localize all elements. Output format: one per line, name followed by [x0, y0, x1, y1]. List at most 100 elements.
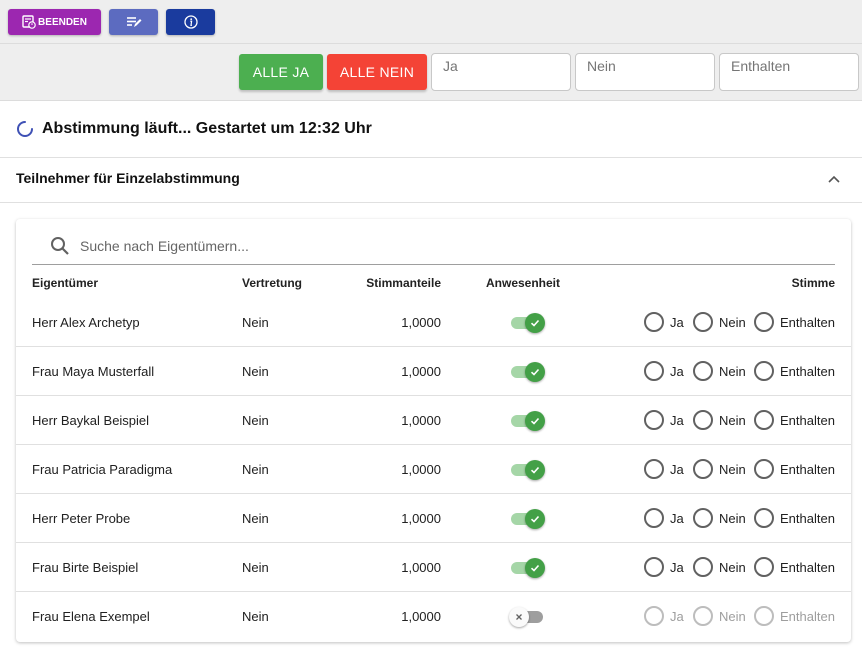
- table-row: Frau Maya Musterfall Nein 1,0000 Ja Nein Enth…: [16, 347, 851, 396]
- vote-radio-no[interactable]: Nein: [693, 508, 746, 528]
- vote-radio-abstain[interactable]: Enthalten: [754, 410, 835, 430]
- presence-toggle[interactable]: [511, 313, 545, 333]
- vote-radio-yes[interactable]: Ja: [644, 459, 684, 479]
- vote-radio-yes[interactable]: Ja: [644, 508, 684, 528]
- no-count-field[interactable]: Nein: [575, 53, 715, 91]
- presence-toggle[interactable]: [509, 607, 545, 627]
- representation-value: Nein: [242, 560, 269, 575]
- radio-label: Nein: [719, 510, 746, 526]
- vote-radio-abstain[interactable]: Enthalten: [754, 557, 835, 577]
- toggle-knob: [525, 509, 545, 529]
- radio-circle: [693, 508, 713, 528]
- participants-card: Suche nach Eigentümern... Eigentümer Ver…: [16, 219, 851, 642]
- radio-circle: [644, 312, 664, 332]
- vote-radio-abstain[interactable]: Enthalten: [754, 508, 835, 528]
- radio-label: Enthalten: [780, 559, 835, 575]
- abstain-count-placeholder: Enthalten: [731, 58, 791, 74]
- search-input[interactable]: Suche nach Eigentümern...: [32, 227, 835, 265]
- presence-toggle[interactable]: [511, 509, 545, 529]
- all-no-button[interactable]: ALLE NEIN: [327, 54, 427, 90]
- radio-label: Enthalten: [780, 608, 835, 624]
- vote-radio-abstain[interactable]: Enthalten: [754, 606, 835, 626]
- vote-radio-yes[interactable]: Ja: [644, 361, 684, 381]
- loading-spinner-icon: [17, 121, 33, 137]
- radio-label: Ja: [670, 510, 684, 526]
- check-icon: [530, 564, 540, 572]
- toggle-knob: [525, 558, 545, 578]
- check-icon: [530, 466, 540, 474]
- toggle-knob: [525, 411, 545, 431]
- vote-radio-abstain[interactable]: Enthalten: [754, 312, 835, 332]
- chevron-up-icon[interactable]: [826, 173, 842, 185]
- voting-status: Abstimmung läuft... Gestartet um 12:32 U…: [16, 118, 372, 140]
- radio-label: Ja: [670, 314, 684, 330]
- presence-toggle[interactable]: [511, 460, 545, 480]
- edit-list-button[interactable]: [109, 9, 158, 35]
- vote-radio-no[interactable]: Nein: [693, 361, 746, 381]
- radio-label: Ja: [670, 608, 684, 624]
- representation-value: Nein: [242, 413, 269, 428]
- radio-label: Ja: [670, 559, 684, 575]
- radio-label: Nein: [719, 314, 746, 330]
- yes-count-field[interactable]: Ja: [431, 53, 571, 91]
- table-row: Frau Patricia Paradigma Nein 1,0000 Ja Nein E…: [16, 445, 851, 494]
- edit-list-icon: [126, 17, 141, 27]
- radio-circle: [754, 606, 774, 626]
- representation-value: Nein: [242, 511, 269, 526]
- radio-circle: [754, 361, 774, 381]
- toggle-knob: [525, 460, 545, 480]
- table-row: Frau Birte Beispiel Nein 1,0000 Ja Nein Entha…: [16, 543, 851, 592]
- owner-name: Herr Baykal Beispiel: [32, 413, 150, 428]
- owner-name: Frau Birte Beispiel: [32, 560, 139, 575]
- check-icon: [530, 368, 540, 376]
- presence-toggle[interactable]: [511, 411, 545, 431]
- representation-value: Nein: [242, 462, 269, 477]
- presence-toggle[interactable]: [511, 362, 545, 382]
- owner-name: Frau Maya Musterfall: [32, 364, 155, 379]
- vote-radio-no[interactable]: Nein: [693, 312, 746, 332]
- shares-value: 1,0000: [401, 560, 441, 575]
- vote-radio-yes[interactable]: Ja: [644, 606, 684, 626]
- table-row: Herr Baykal Beispiel Nein 1,0000 Ja Nein Enth…: [16, 396, 851, 445]
- vote-radio-no[interactable]: Nein: [693, 557, 746, 577]
- representation-value: Nein: [242, 364, 269, 379]
- radio-circle: [754, 459, 774, 479]
- radio-circle: [693, 410, 713, 430]
- vote-radio-yes[interactable]: Ja: [644, 312, 684, 332]
- owner-name: Herr Alex Archetyp: [32, 315, 140, 330]
- radio-label: Nein: [719, 412, 746, 428]
- radio-label: Ja: [670, 363, 684, 379]
- owner-name: Herr Peter Probe: [32, 511, 131, 526]
- presence-toggle[interactable]: [511, 558, 545, 578]
- table-row: Frau Elena Exempel Nein 1,0000 Ja Nein Enthal…: [16, 592, 851, 641]
- end-vote-button[interactable]: BEENDEN: [8, 9, 101, 35]
- table-row: Herr Peter Probe Nein 1,0000 Ja Nein Enthalte…: [16, 494, 851, 543]
- radio-circle: [754, 410, 774, 430]
- abstain-count-field[interactable]: Enthalten: [719, 53, 859, 91]
- toggle-knob: [509, 607, 529, 627]
- vote-radio-no[interactable]: Nein: [693, 410, 746, 430]
- radio-circle: [644, 508, 664, 528]
- representation-value: Nein: [242, 609, 269, 624]
- vote-radio-no[interactable]: Nein: [693, 606, 746, 626]
- vote-radio-yes[interactable]: Ja: [644, 410, 684, 430]
- divider: [0, 202, 862, 203]
- representation-value: Nein: [242, 315, 269, 330]
- toggle-knob: [525, 362, 545, 382]
- radio-label: Nein: [719, 559, 746, 575]
- radio-label: Enthalten: [780, 412, 835, 428]
- section-title: Teilnehmer für Einzelabstimmung: [16, 170, 240, 186]
- vote-radio-yes[interactable]: Ja: [644, 557, 684, 577]
- check-icon: [530, 515, 540, 523]
- search-placeholder: Suche nach Eigentümern...: [80, 237, 249, 254]
- vote-radio-abstain[interactable]: Enthalten: [754, 459, 835, 479]
- info-button[interactable]: [166, 9, 215, 35]
- radio-circle: [644, 459, 664, 479]
- header-owner: Eigentümer: [32, 276, 99, 290]
- vote-radio-abstain[interactable]: Enthalten: [754, 361, 835, 381]
- vote-radio-no[interactable]: Nein: [693, 459, 746, 479]
- header-vote: Stimme: [791, 276, 835, 290]
- shares-value: 1,0000: [401, 462, 441, 477]
- all-yes-button[interactable]: ALLE JA: [239, 54, 323, 90]
- radio-circle: [693, 459, 713, 479]
